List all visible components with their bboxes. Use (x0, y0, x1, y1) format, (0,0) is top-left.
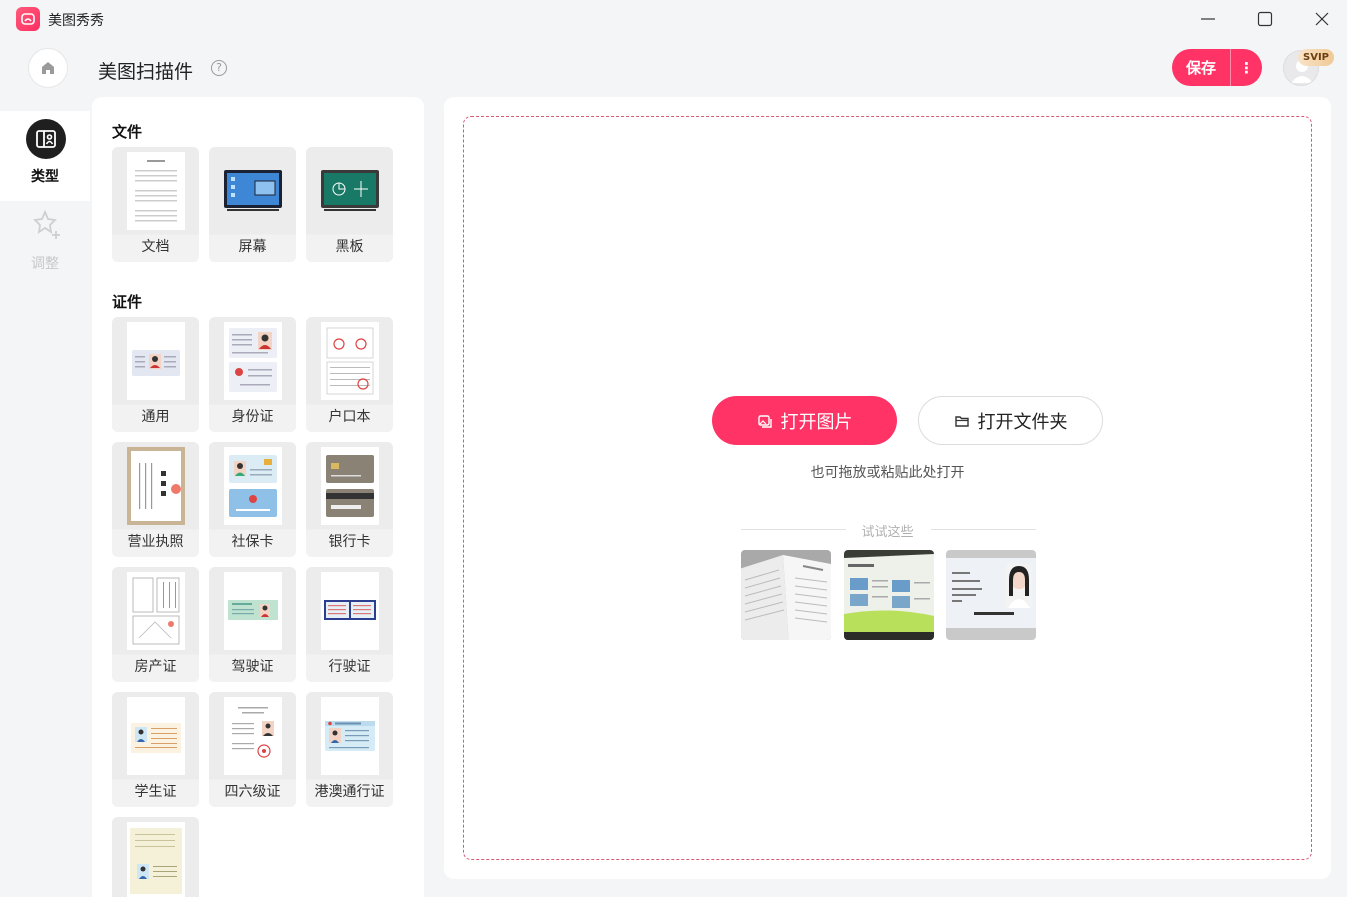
divider-right (931, 529, 1036, 530)
tile-screen[interactable]: 屏幕 (209, 147, 296, 262)
tile-social-security-card[interactable]: 社保卡 (209, 442, 296, 557)
tile-label: 港澳通行证 (306, 780, 393, 807)
home-button[interactable] (28, 48, 68, 88)
tile-label: 文档 (112, 235, 199, 262)
tile-label: 四六级证 (209, 780, 296, 807)
general-thumbnail (112, 317, 199, 404)
bank-card-thumbnail (306, 442, 393, 529)
hk-macau-permit-thumbnail (306, 692, 393, 779)
section-title-files: 文件 (112, 123, 143, 141)
section-title-certificates: 证件 (112, 293, 143, 311)
nav-item-type[interactable]: 类型 (0, 111, 90, 201)
tile-general[interactable]: 通用 (112, 317, 199, 432)
social-security-card-thumbnail (209, 442, 296, 529)
tile-label: 银行卡 (306, 530, 393, 557)
tile-label: 黑板 (306, 235, 393, 262)
tile-label: 户口本 (306, 405, 393, 432)
adjust-icon (33, 209, 60, 239)
tile-label: 学生证 (112, 780, 199, 807)
student-id-thumbnail (112, 692, 199, 779)
minimize-icon[interactable] (1186, 4, 1230, 34)
tile-label: 营业执照 (112, 530, 199, 557)
tile-student-id[interactable]: 学生证 (112, 692, 199, 807)
tile-document[interactable]: 文档 (112, 147, 199, 262)
close-icon[interactable] (1300, 4, 1344, 34)
sample-slide-screen[interactable] (844, 550, 934, 640)
sample-book-page[interactable] (741, 550, 831, 640)
passport-thumbnail (112, 817, 199, 897)
tile-id-card[interactable]: 身份证 (209, 317, 296, 432)
app-name: 美图秀秀 (48, 13, 104, 29)
tile-blackboard[interactable]: 黑板 (306, 147, 393, 262)
open-folder-label: 打开文件夹 (977, 411, 1068, 433)
svip-badge: SVIP (1298, 49, 1334, 66)
tile-label: 通用 (112, 405, 199, 432)
page-title: 美图扫描件 (98, 61, 194, 83)
id-card-thumbnail (209, 317, 296, 404)
meitu-logo-icon (16, 7, 40, 31)
driver-license-thumbnail (209, 567, 296, 654)
screen-thumbnail (209, 147, 296, 234)
tile-passport[interactable] (112, 817, 199, 897)
home-icon (42, 62, 54, 74)
household-register-thumbnail (306, 317, 393, 404)
tile-label: 房产证 (112, 655, 199, 682)
tile-property-certificate[interactable]: 房产证 (112, 567, 199, 682)
open-folder-button[interactable]: 打开文件夹 (918, 396, 1103, 445)
tile-label: 社保卡 (209, 530, 296, 557)
tile-hk-macau-permit[interactable]: 港澳通行证 (306, 692, 393, 807)
open-image-label: 打开图片 (780, 411, 853, 433)
try-label: 试试这些 (861, 525, 914, 540)
document-thumbnail (112, 147, 199, 234)
property-certificate-thumbnail (112, 567, 199, 654)
cet-certificate-thumbnail (209, 692, 296, 779)
tile-bank-card[interactable]: 银行卡 (306, 442, 393, 557)
save-button-group: 保存 ⋮ (1172, 49, 1262, 86)
open-image-button[interactable]: 打开图片 (712, 396, 897, 445)
drop-hint: 也可拖放或粘贴此处打开 (810, 465, 965, 481)
tile-cet-certificate[interactable]: 四六级证 (209, 692, 296, 807)
tile-label: 驾驶证 (209, 655, 296, 682)
type-icon (26, 119, 66, 159)
main-area: 打开图片 打开文件夹 也可拖放或粘贴此处打开 试试这些 (444, 97, 1331, 879)
tile-label: 身份证 (209, 405, 296, 432)
tile-household-register[interactable]: 户口本 (306, 317, 393, 432)
left-nav: 类型 调整 (0, 97, 90, 897)
business-license-thumbnail (112, 442, 199, 529)
folder-icon (954, 415, 969, 427)
sample-id-card[interactable] (946, 550, 1036, 640)
maximize-icon[interactable] (1243, 4, 1287, 34)
blackboard-thumbnail (306, 147, 393, 234)
category-panel: 文件 文档 屏幕 黑板 证件 通用 身份证 户口本 营业执照 社保卡 银行卡 房… (92, 97, 424, 897)
nav-item-label: 类型 (31, 169, 59, 185)
tile-driver-license[interactable]: 驾驶证 (209, 567, 296, 682)
tile-vehicle-license[interactable]: 行驶证 (306, 567, 393, 682)
help-icon[interactable]: ? (211, 60, 227, 76)
nav-item-label: 调整 (31, 256, 59, 272)
tile-label: 屏幕 (209, 235, 296, 262)
image-icon (757, 414, 772, 428)
vehicle-license-thumbnail (306, 567, 393, 654)
drop-zone[interactable]: 打开图片 打开文件夹 也可拖放或粘贴此处打开 试试这些 (463, 116, 1312, 860)
title-bar: 美图秀秀 (0, 0, 1347, 38)
tile-label: 行驶证 (306, 655, 393, 682)
tile-business-license[interactable]: 营业执照 (112, 442, 199, 557)
nav-item-adjust[interactable]: 调整 (0, 201, 90, 281)
save-more-button[interactable]: ⋮ (1231, 49, 1262, 86)
save-button[interactable]: 保存 (1172, 49, 1230, 86)
